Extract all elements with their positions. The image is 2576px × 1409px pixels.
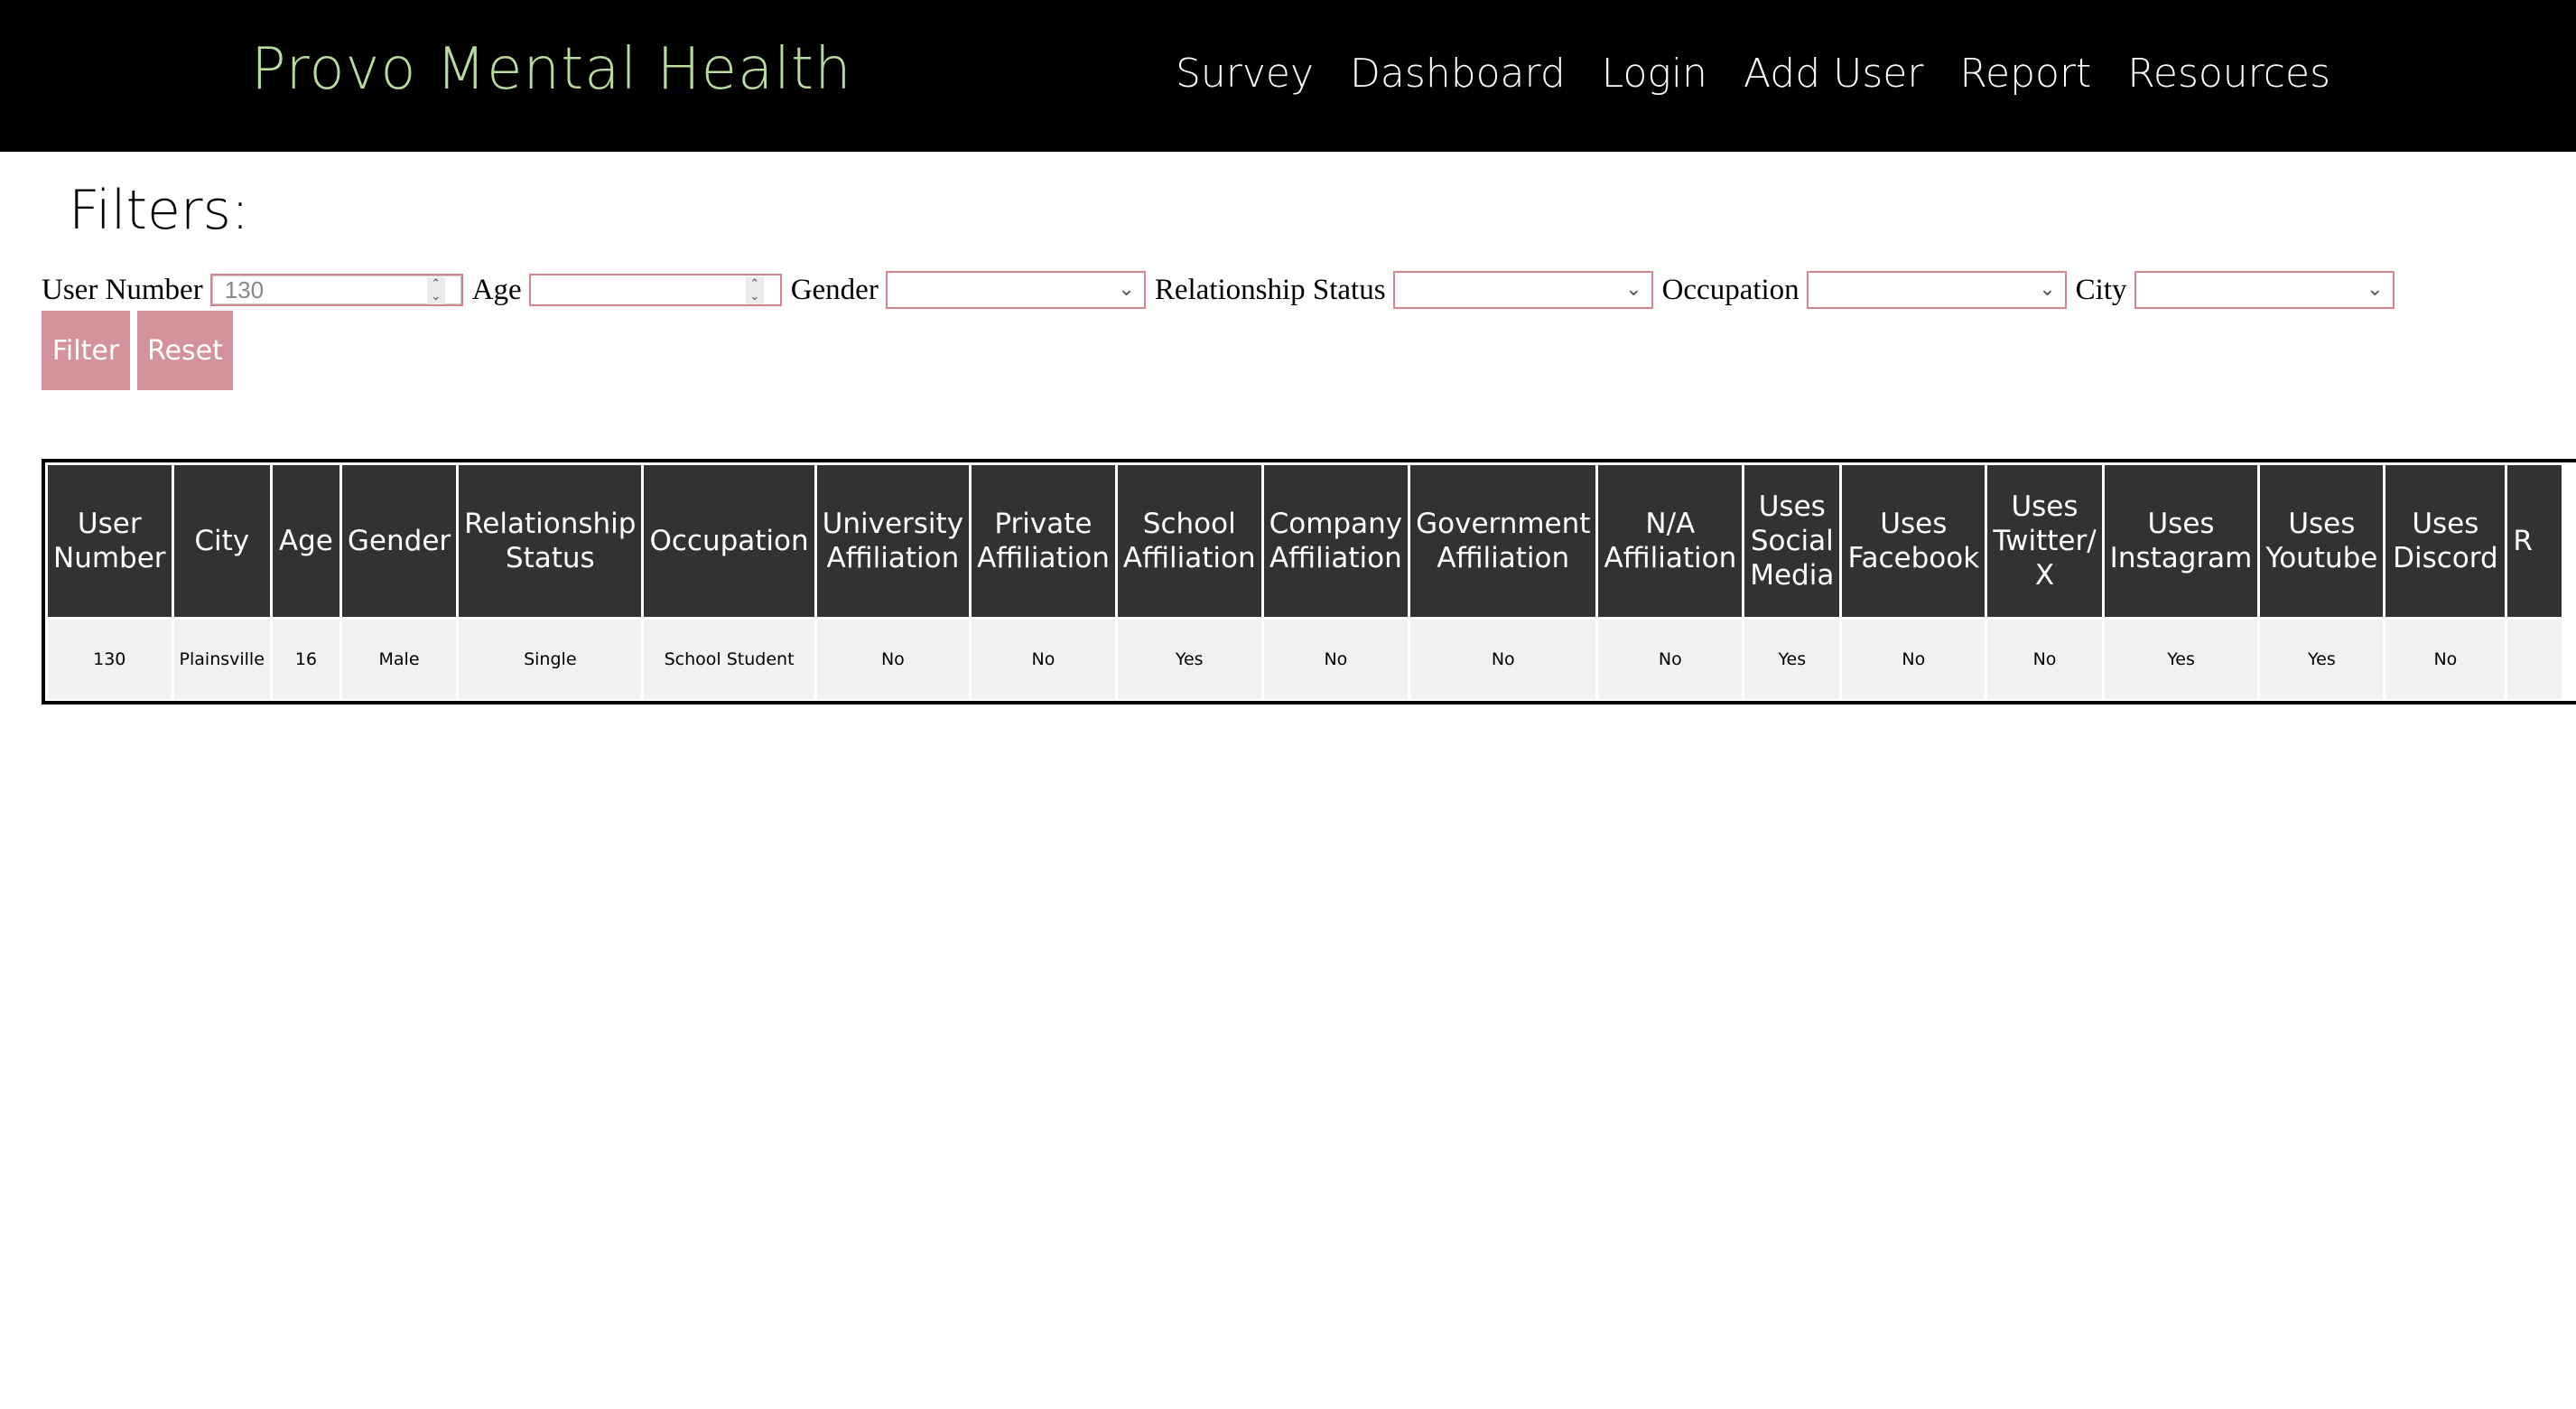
user-number-label: User Number <box>42 273 203 306</box>
cell-company-affiliation: No <box>1263 620 1409 699</box>
filters-title: Filters: <box>69 179 250 242</box>
cell-occupation: School Student <box>644 620 814 699</box>
cell-government-affiliation: No <box>1410 620 1596 699</box>
cell-uses-facebook: No <box>1842 620 1985 699</box>
th-company-affiliation: Company Affiliation <box>1263 465 1409 617</box>
navbar: Provo Mental Health Survey Dashboard Log… <box>0 0 2576 152</box>
th-user-number: User Number <box>48 465 172 617</box>
cell-uses-instagram: Yes <box>2104 620 2258 699</box>
user-number-value: 130 <box>224 275 265 303</box>
city-select[interactable]: ⌄ <box>2134 271 2395 309</box>
nav-report[interactable]: Report <box>1959 51 2091 97</box>
th-age: Age <box>272 465 339 617</box>
age-label: Age <box>471 273 522 306</box>
age-input[interactable]: ⌃ ⌄ <box>528 274 782 306</box>
nav-menu: Survey Dashboard Login Add User Report R… <box>1176 51 2330 97</box>
th-uses-discord: Uses Discord <box>2385 465 2506 617</box>
th-university-affiliation: University Affiliation <box>816 465 970 617</box>
brand-title[interactable]: Provo Mental Health <box>251 36 852 103</box>
th-government-affiliation: Government Affiliation <box>1410 465 1596 617</box>
th-city: City <box>173 465 270 617</box>
chevron-down-icon: ⌄ <box>2367 278 2384 301</box>
th-school-affiliation: School Affiliation <box>1117 465 1261 617</box>
nav-survey[interactable]: Survey <box>1176 51 1314 97</box>
th-na-affiliation: N/A Affiliation <box>1598 465 1743 617</box>
th-truncated: R <box>2507 465 2562 617</box>
th-occupation: Occupation <box>644 465 814 617</box>
th-uses-twitter: Uses Twitter/X <box>1987 465 2102 617</box>
spinner-icon[interactable]: ⌃ ⌄ <box>745 277 764 304</box>
relationship-status-select[interactable]: ⌄ <box>1392 271 1653 309</box>
gender-select[interactable]: ⌄ <box>885 271 1146 309</box>
reset-button[interactable]: Reset <box>137 311 233 390</box>
filter-row: User Number 130 ⌃ ⌄ Age ⌃ ⌄ Gender ⌄ Relat… <box>42 271 2404 309</box>
table-row: 130 Plainsville 16 Male Single School St… <box>48 620 2562 699</box>
cell-age: 16 <box>272 620 339 699</box>
th-relationship-status: Relationship Status <box>459 465 642 617</box>
occupation-select[interactable]: ⌄ <box>1806 271 2067 309</box>
spinner-icon[interactable]: ⌃ ⌄ <box>426 277 445 304</box>
th-uses-youtube: Uses Youtube <box>2260 465 2384 617</box>
nav-dashboard[interactable]: Dashboard <box>1350 51 1566 97</box>
user-number-input[interactable]: 130 ⌃ ⌄ <box>209 274 463 306</box>
chevron-down-icon: ⌄ <box>1625 278 1642 301</box>
th-private-affiliation: Private Affiliation <box>972 465 1115 617</box>
cell-school-affiliation: Yes <box>1117 620 1261 699</box>
nav-add-user[interactable]: Add User <box>1744 51 1923 97</box>
cell-university-affiliation: No <box>816 620 970 699</box>
filter-button[interactable]: Filter <box>42 311 130 390</box>
gender-label: Gender <box>790 273 879 306</box>
city-label: City <box>2075 273 2127 306</box>
cell-truncated <box>2507 620 2562 699</box>
cell-uses-social-media: Yes <box>1744 620 1840 699</box>
table-header-row: User Number City Age Gender Relationship S… <box>48 465 2562 617</box>
results-table: User Number City Age Gender Relationship S… <box>45 462 2565 701</box>
cell-uses-twitter: No <box>1987 620 2102 699</box>
cell-relationship-status: Single <box>459 620 642 699</box>
cell-user-number: 130 <box>48 620 172 699</box>
nav-login[interactable]: Login <box>1602 51 1707 97</box>
cell-city: Plainsville <box>173 620 270 699</box>
cell-gender: Male <box>341 620 457 699</box>
nav-resources[interactable]: Resources <box>2127 51 2330 97</box>
th-uses-facebook: Uses Facebook <box>1842 465 1985 617</box>
relationship-status-label: Relationship Status <box>1154 273 1386 306</box>
occupation-label: Occupation <box>1661 273 1799 306</box>
th-uses-instagram: Uses Instagram <box>2104 465 2258 617</box>
th-gender: Gender <box>341 465 457 617</box>
cell-uses-youtube: Yes <box>2260 620 2384 699</box>
cell-private-affiliation: No <box>972 620 1115 699</box>
cell-na-affiliation: No <box>1598 620 1743 699</box>
cell-uses-discord: No <box>2385 620 2506 699</box>
chevron-down-icon: ⌄ <box>1118 278 1135 301</box>
results-table-container[interactable]: User Number City Age Gender Relationship S… <box>42 459 2576 704</box>
chevron-down-icon: ⌄ <box>2039 278 2056 301</box>
th-uses-social-media: Uses Social Media <box>1744 465 1840 617</box>
